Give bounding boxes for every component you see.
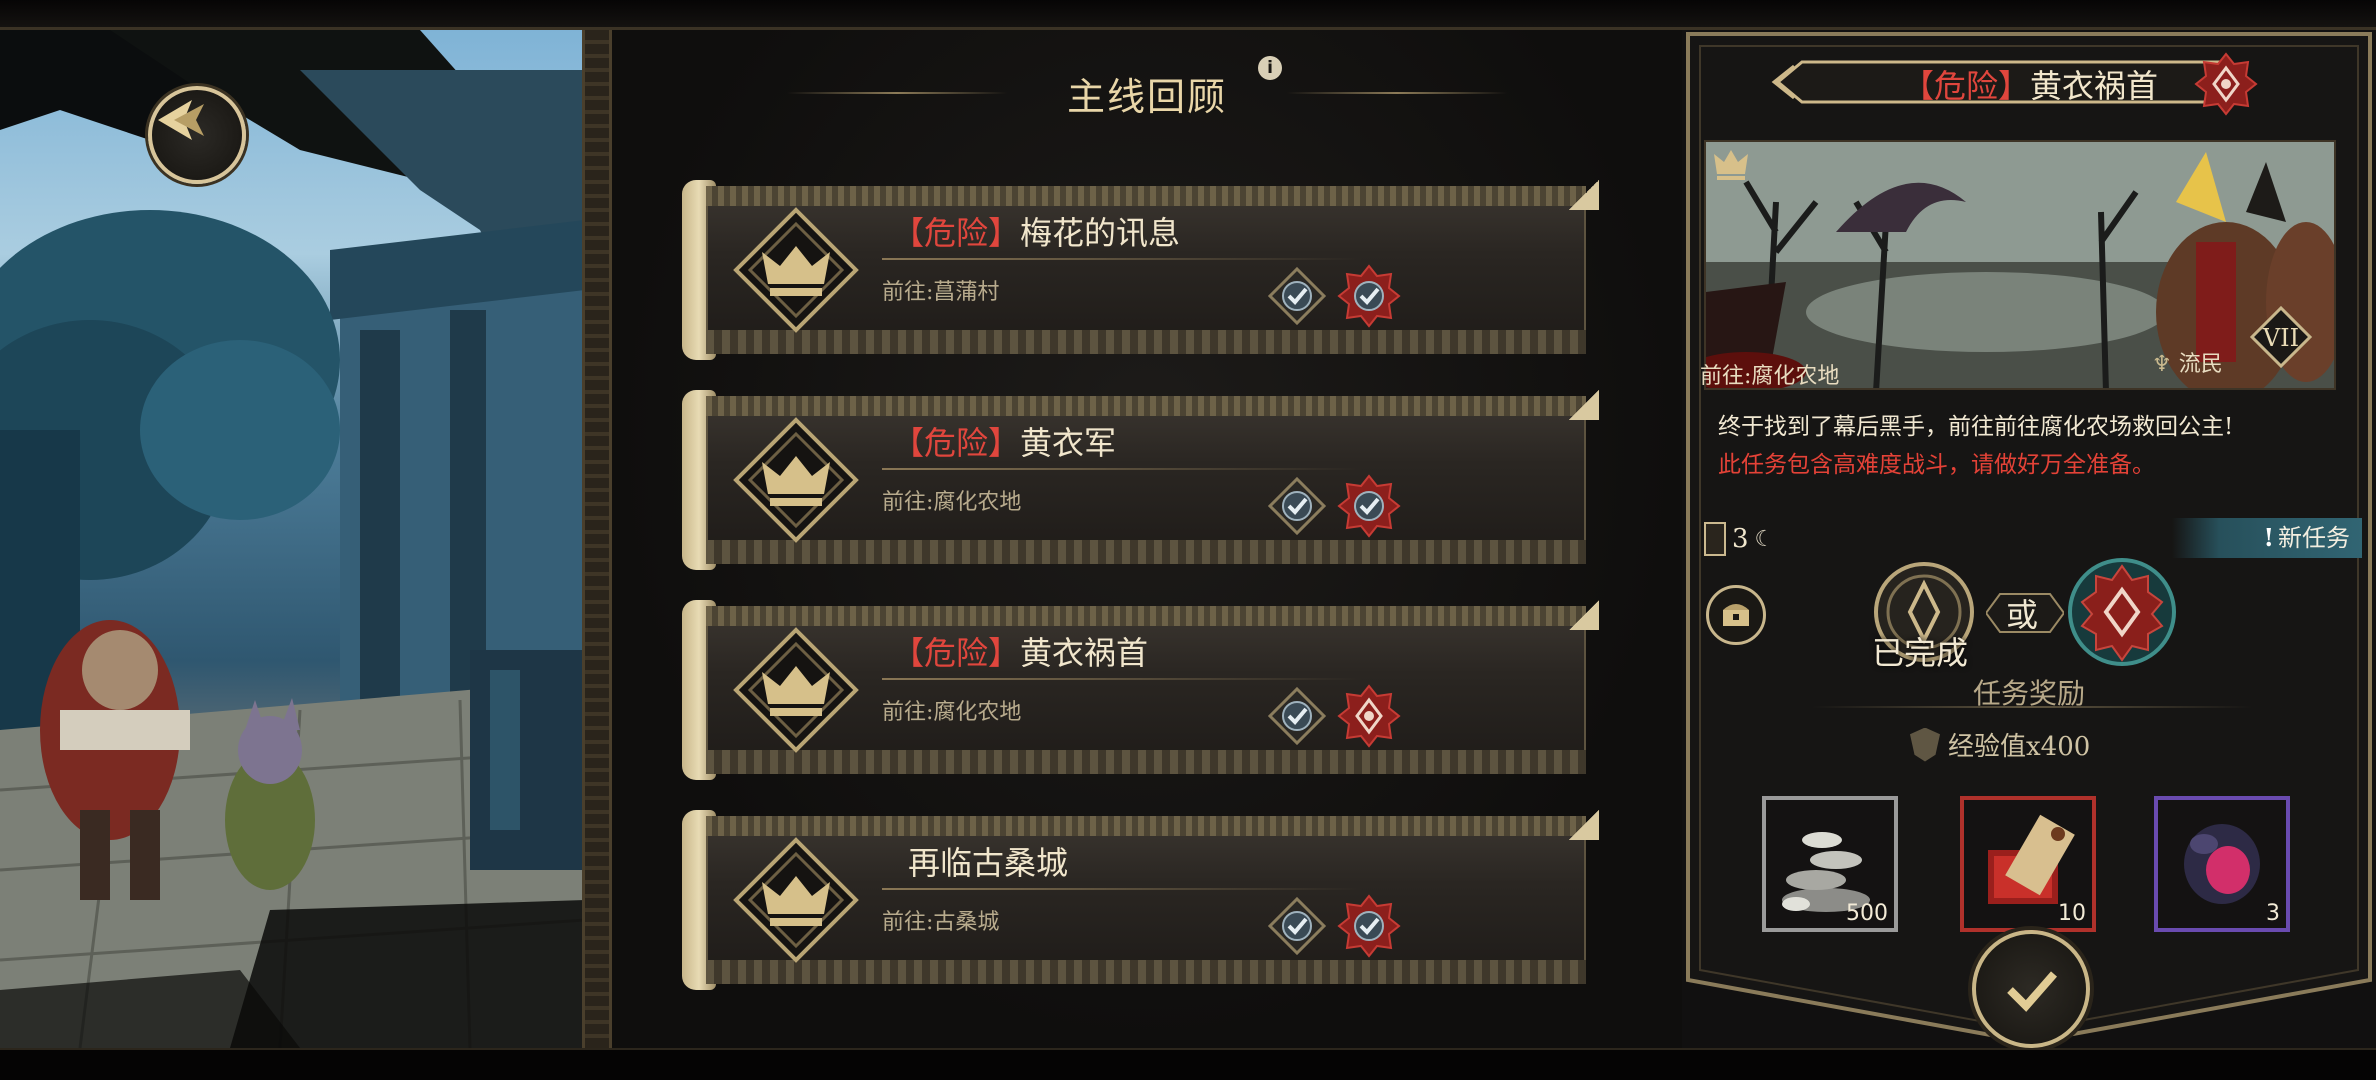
completed-label: 已完成 <box>1872 634 1969 672</box>
title-underline <box>882 888 1362 890</box>
card-band-top <box>706 606 1586 626</box>
quest-name: 梅花的讯息 <box>1020 214 1181 252</box>
warning-text: 此任务包含高难度战斗，请做好万全准备。 <box>1718 452 2155 478</box>
item-count: 500 <box>1846 901 1888 926</box>
new-quest-label: 新任务 <box>2278 524 2350 552</box>
faction-label: ♆ 流民 <box>2152 346 2223 378</box>
new-quest-badge: ! 新任务 <box>2172 518 2362 558</box>
detail-danger-tag: 【危险】 <box>1902 67 2031 105</box>
info-icon[interactable]: i <box>1258 56 1282 80</box>
quest-card-4[interactable]: 再临古桑城 前往:古桑城 <box>682 810 1607 990</box>
card-corner <box>1569 810 1599 840</box>
or-label: 或 <box>2006 596 2039 634</box>
danger-tag: 【危险】 <box>892 634 1021 672</box>
back-button[interactable] <box>148 86 246 184</box>
time-value: 3 <box>1732 524 1749 554</box>
title-underline <box>882 258 1362 260</box>
detail-quest-name: 黄衣祸首 <box>2030 67 2159 105</box>
page-title: 主线回顾 <box>1066 74 1227 119</box>
quest-card-1[interactable]: 【危险】梅花的讯息 前往:菖蒲村 <box>682 180 1607 360</box>
danger-tag: 【危险】 <box>892 214 1021 252</box>
quest-title: 【危险】梅花的讯息 <box>892 208 1180 254</box>
exclamation-icon: ! <box>2263 523 2274 552</box>
title-line-right <box>1287 92 1507 94</box>
bottom-frame <box>0 1048 2376 1080</box>
crown-icon <box>733 627 859 753</box>
normal-complete-check-icon <box>1267 686 1327 746</box>
quest-title: 再临古桑城 <box>908 838 1068 884</box>
quest-card-3[interactable]: 【危险】黄衣祸首 前往:腐化农地 <box>682 600 1607 780</box>
faction-name: 流民 <box>2178 352 2223 377</box>
card-corner <box>1569 600 1599 630</box>
treasure-chest-icon[interactable] <box>1706 585 1766 645</box>
crown-icon <box>733 837 859 963</box>
reward-item-3[interactable]: 3 <box>2154 796 2290 932</box>
quest-destination: 前往:古桑城 <box>882 910 1000 935</box>
quest-title: 【危险】黄衣祸首 <box>892 628 1148 674</box>
crown-icon <box>1714 150 1748 188</box>
quest-illustration <box>1704 140 2336 390</box>
confirm-button[interactable] <box>1972 930 2090 1048</box>
quest-card-2[interactable]: 【危险】黄衣军 前往:腐化农地 <box>682 390 1607 570</box>
top-frame <box>0 0 2376 30</box>
danger-emblem-icon <box>1337 684 1401 748</box>
card-corner <box>1569 180 1599 210</box>
scene-background <box>0 30 585 1048</box>
hourglass-icon <box>1704 522 1726 556</box>
item-count: 3 <box>2266 901 2280 926</box>
exp-shield-icon <box>1910 727 1940 762</box>
title-underline <box>882 678 1362 680</box>
quest-destination: 前往:菖蒲村 <box>882 280 1000 305</box>
exp-label: 经验值x400 <box>1948 732 2091 762</box>
exp-reward: 经验值x400 <box>1910 726 2090 763</box>
detail-title: 【危险】 黄衣祸首 <box>1902 60 2158 108</box>
danger-complete-check-icon <box>1337 894 1401 958</box>
crown-icon <box>733 417 859 543</box>
quest-description: 终于找到了幕后黑手，前往前往腐化农场救回公主! 此任务包含高难度战斗，请做好万全… <box>1718 408 2338 484</box>
card-band-top <box>706 186 1586 206</box>
rank-numeral: VII <box>2262 324 2299 352</box>
quest-name: 黄衣军 <box>1020 424 1117 462</box>
normal-complete-check-icon <box>1267 476 1327 536</box>
quest-destination: 前往:腐化农地 <box>882 700 1022 725</box>
quest-name: 黄衣祸首 <box>1020 634 1149 672</box>
panel-divider <box>582 30 612 1048</box>
card-band-top <box>706 816 1586 836</box>
title-underline <box>882 468 1362 470</box>
title-line-left <box>786 92 1007 94</box>
danger-option-icon[interactable] <box>2066 556 2178 668</box>
reward-item-2[interactable]: 10 <box>1960 796 2096 932</box>
reward-item-1[interactable]: 500 <box>1762 796 1898 932</box>
danger-complete-check-icon <box>1337 474 1401 538</box>
normal-complete-check-icon <box>1267 266 1327 326</box>
checkmark-icon <box>2007 971 2058 1012</box>
card-corner <box>1569 390 1599 420</box>
normal-complete-check-icon <box>1267 896 1327 956</box>
back-arrow-icon <box>158 100 204 140</box>
reward-title-line <box>1812 706 2252 708</box>
description-text: 终于找到了幕后黑手，前往前往腐化农场救回公主! <box>1718 414 2234 440</box>
quest-destination: 前往:腐化农地 <box>882 490 1022 515</box>
danger-tag: 【危险】 <box>892 424 1021 462</box>
moon-icon: ☾ <box>1754 526 1775 552</box>
detail-destination: 前往:腐化农地 <box>1700 364 1840 389</box>
quest-name: 再临古桑城 <box>908 844 1069 882</box>
time-cost: 3 ☾ <box>1704 522 1774 556</box>
danger-emblem-icon <box>2194 52 2258 116</box>
danger-complete-check-icon <box>1337 264 1401 328</box>
quest-detail-panel: 【危险】 黄衣祸首 前往:腐化农地 ♆ 流民 VII 终于找到了幕后黑手，前往前… <box>1682 30 2376 1048</box>
main-story-review-panel: 主线回顾 i 【危险】梅花的讯息 前往:菖蒲村 【危险】黄衣军 前往:腐化农地 … <box>612 30 1682 1048</box>
rank-badge: VII <box>2250 306 2312 368</box>
item-count: 10 <box>2058 901 2086 926</box>
card-band-top <box>706 396 1586 416</box>
quest-title: 【危险】黄衣军 <box>892 418 1116 464</box>
crown-icon <box>733 207 859 333</box>
trident-icon: ♆ <box>2152 352 2172 377</box>
